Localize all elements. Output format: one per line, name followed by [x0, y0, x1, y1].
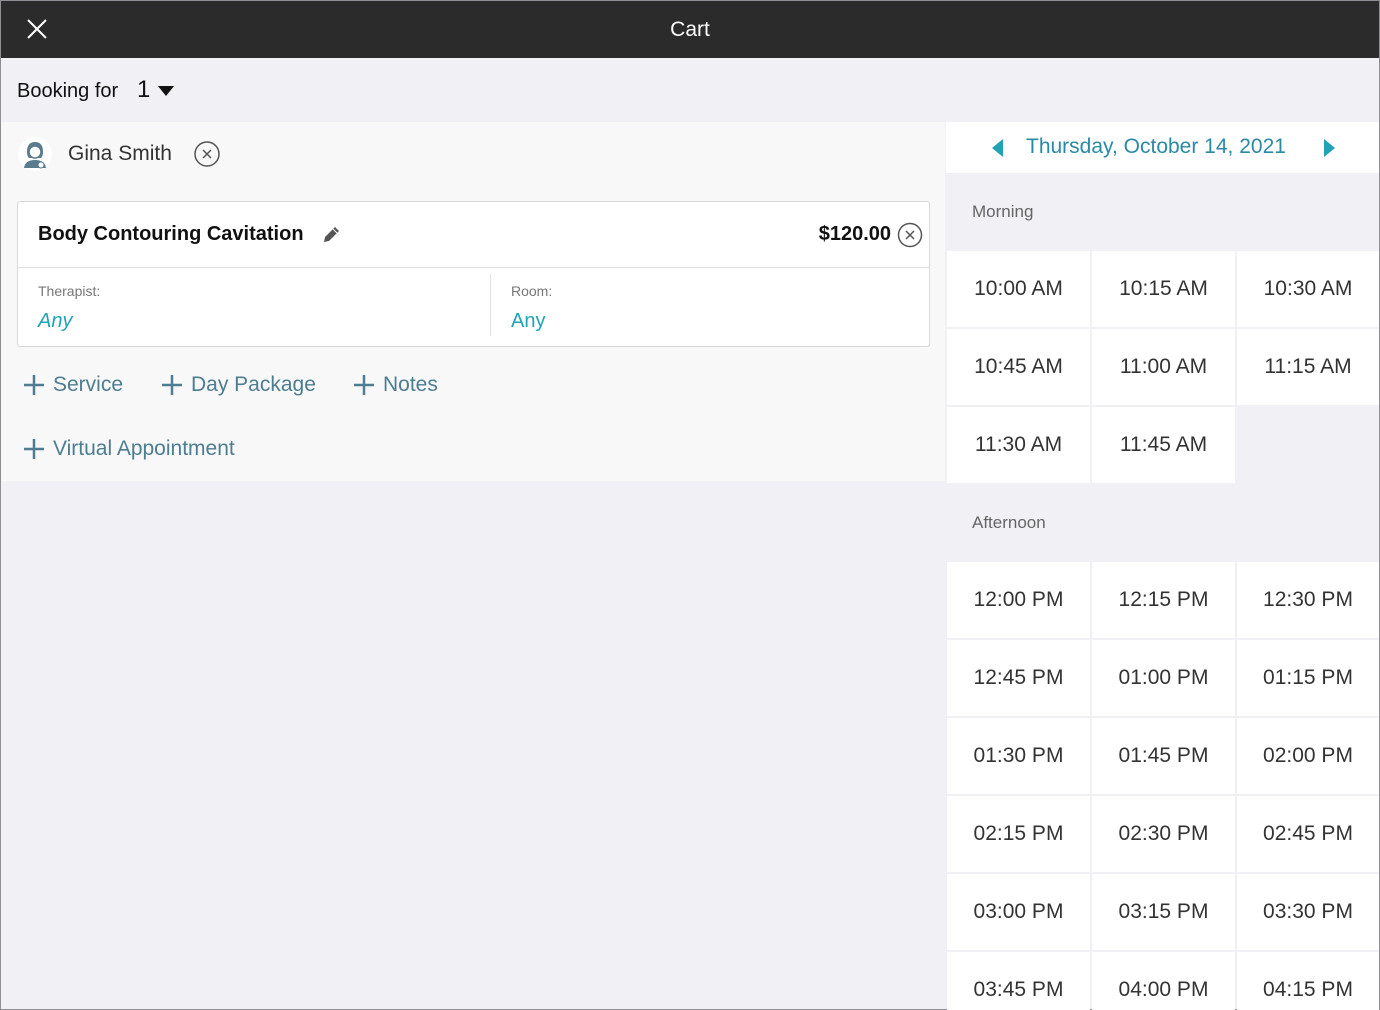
time-slot[interactable]: 11:15 AM [1237, 329, 1379, 405]
booking-bar: Booking for 1 [1, 58, 1379, 122]
service-name: Body Contouring Cavitation [38, 223, 304, 245]
cart-panel: Gina Smith Body Contouring Cavitation $1… [1, 122, 945, 481]
time-slot[interactable]: 02:00 PM [1237, 718, 1379, 794]
date-navigator: Thursday, October 14, 2021 [946, 122, 1379, 173]
time-slot[interactable]: 02:30 PM [1092, 796, 1235, 872]
time-slot[interactable]: 03:45 PM [947, 952, 1090, 1010]
plus-icon [354, 375, 374, 395]
afternoon-label: Afternoon [972, 513, 1046, 532]
time-slot[interactable]: 03:30 PM [1237, 874, 1379, 950]
time-slot[interactable]: 03:00 PM [947, 874, 1090, 950]
time-slot[interactable]: 12:30 PM [1237, 562, 1379, 638]
time-slot[interactable]: 11:45 AM [1092, 407, 1235, 483]
time-slot[interactable]: 12:15 PM [1092, 562, 1235, 638]
service-price: $120.00 [818, 223, 891, 245]
time-slot[interactable]: 02:45 PM [1237, 796, 1379, 872]
page-title: Cart [670, 18, 710, 41]
time-slot[interactable]: 04:15 PM [1237, 952, 1379, 1010]
booking-for-label: Booking for [17, 80, 119, 102]
time-slot[interactable]: 01:15 PM [1237, 640, 1379, 716]
add-service-button[interactable]: Service [23, 373, 123, 397]
time-slot[interactable]: 01:00 PM [1092, 640, 1235, 716]
client-avatar-icon [18, 137, 52, 171]
card-column-divider [490, 274, 491, 336]
time-slot[interactable]: 01:30 PM [947, 718, 1090, 794]
time-slot[interactable]: 10:00 AM [947, 251, 1090, 327]
plus-icon [24, 375, 44, 395]
time-slot[interactable]: 12:00 PM [947, 562, 1090, 638]
morning-label: Morning [972, 202, 1034, 221]
chevron-right-icon[interactable] [1323, 138, 1337, 158]
chevron-down-icon[interactable] [157, 85, 175, 97]
time-slot[interactable]: 04:00 PM [1092, 952, 1235, 1010]
service-card: Body Contouring Cavitation $120.00 Thera… [17, 201, 930, 347]
time-slot[interactable]: 10:45 AM [947, 329, 1090, 405]
room-select[interactable]: Any [511, 310, 545, 333]
plus-icon [162, 375, 182, 395]
time-slot[interactable]: 11:00 AM [1092, 329, 1235, 405]
pencil-icon[interactable] [320, 224, 342, 246]
top-bar: Cart [1, 1, 1379, 58]
time-slot[interactable]: 01:45 PM [1092, 718, 1235, 794]
add-virtual-appointment-button[interactable]: Virtual Appointment [23, 437, 235, 461]
time-slot[interactable]: 02:15 PM [947, 796, 1090, 872]
plus-icon [24, 439, 44, 459]
time-slot[interactable]: 03:15 PM [1092, 874, 1235, 950]
therapist-select[interactable]: Any [38, 310, 72, 333]
remove-service-icon[interactable] [897, 222, 923, 248]
add-notes-button[interactable]: Notes [353, 373, 438, 397]
time-slot[interactable]: 12:45 PM [947, 640, 1090, 716]
add-day-package-button[interactable]: Day Package [161, 373, 316, 397]
add-notes-label: Notes [383, 373, 438, 396]
card-divider [18, 267, 929, 268]
chevron-left-icon[interactable] [990, 138, 1004, 158]
add-virtual-appointment-label: Virtual Appointment [53, 437, 235, 460]
time-slot[interactable]: 10:30 AM [1237, 251, 1379, 327]
add-day-package-label: Day Package [191, 373, 316, 396]
remove-client-icon[interactable] [193, 140, 221, 168]
therapist-label: Therapist: [38, 283, 101, 299]
time-slot[interactable]: 11:30 AM [947, 407, 1090, 483]
selected-date: Thursday, October 14, 2021 [1026, 135, 1286, 158]
booking-count-select[interactable]: 1 [137, 76, 150, 104]
add-service-label: Service [53, 373, 124, 396]
room-label: Room: [511, 283, 553, 299]
client-name: Gina Smith [68, 142, 172, 165]
time-slot[interactable]: 10:15 AM [1092, 251, 1235, 327]
